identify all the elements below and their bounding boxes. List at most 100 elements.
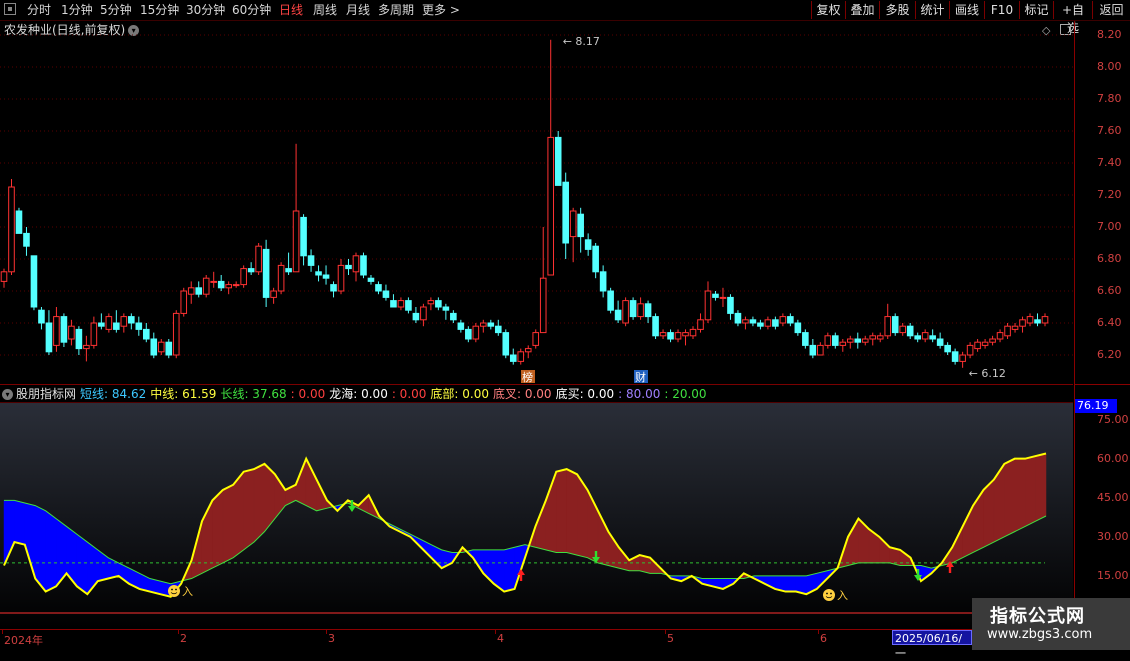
toolbar-button-2[interactable]: 多股 xyxy=(879,1,915,19)
candle-body xyxy=(839,341,847,346)
candle-body xyxy=(75,328,83,350)
toolbar-button-3[interactable]: 统计 xyxy=(915,1,949,19)
toolbar-button-8[interactable]: 返回 xyxy=(1092,1,1130,19)
candle xyxy=(412,307,420,323)
candle-body xyxy=(861,338,869,343)
period-tab-6[interactable]: 日线 xyxy=(279,2,303,18)
candle-body xyxy=(1004,325,1011,337)
candle xyxy=(165,339,173,359)
price-tick-1: 8.00 xyxy=(1097,60,1122,73)
indicator-fill xyxy=(35,505,46,593)
period-tab-1[interactable]: 1分钟 xyxy=(61,2,93,18)
candle-body xyxy=(195,287,203,295)
toolbar-button-4[interactable]: 画线 xyxy=(949,1,984,19)
candle xyxy=(569,207,577,263)
toolbar-button-6[interactable]: 标记 xyxy=(1019,1,1053,19)
candle-body xyxy=(929,335,936,340)
candle xyxy=(674,329,682,343)
menu-icon[interactable] xyxy=(4,3,16,15)
candle xyxy=(352,252,360,282)
candle-body xyxy=(472,325,480,340)
candle xyxy=(330,281,337,298)
candle-body xyxy=(15,210,23,234)
candle xyxy=(809,339,817,359)
candle-body xyxy=(30,255,38,308)
candle-body xyxy=(554,136,562,186)
candle-body xyxy=(757,322,764,327)
toolbar-button-5[interactable]: F10 xyxy=(984,1,1019,19)
price-tick-2: 7.80 xyxy=(1097,92,1122,105)
price-chart[interactable]: ← 8.17 ← 6.12 榜 财 xyxy=(0,21,1073,385)
date-label-0: 2024年 xyxy=(4,634,43,647)
period-tab-9[interactable]: 多周期 xyxy=(378,2,414,18)
candle xyxy=(98,313,105,330)
pane-divider[interactable] xyxy=(0,384,1073,385)
candle-body xyxy=(240,268,247,286)
price-tick-9: 6.40 xyxy=(1097,316,1122,329)
indicator-chart[interactable]: 入入 xyxy=(0,403,1073,629)
candle xyxy=(1004,323,1011,339)
candle xyxy=(577,207,584,253)
candle-body xyxy=(142,328,150,340)
candle-body xyxy=(1011,325,1019,330)
candle-body xyxy=(135,322,143,330)
price-tick-10: 6.20 xyxy=(1097,348,1122,361)
candle-body xyxy=(727,296,734,314)
high-price-marker: ← 8.17 xyxy=(563,35,600,48)
toolbar-button-1[interactable]: 叠加 xyxy=(845,1,879,19)
candle-body xyxy=(974,341,981,350)
period-tab-8[interactable]: 月线 xyxy=(346,2,370,18)
period-tab-3[interactable]: 15分钟 xyxy=(140,2,179,18)
candle-body xyxy=(802,332,809,346)
candle-body xyxy=(951,351,959,362)
candle xyxy=(217,275,225,291)
period-tab-7[interactable]: 周线 xyxy=(313,2,337,18)
candle-body xyxy=(884,316,892,337)
period-tab-5[interactable]: 60分钟 xyxy=(232,2,271,18)
candle-body xyxy=(277,264,285,292)
candle-body xyxy=(172,312,180,356)
candle xyxy=(861,335,869,346)
period-tab-2[interactable]: 5分钟 xyxy=(100,2,132,18)
candle xyxy=(832,332,839,349)
candle xyxy=(1026,313,1034,327)
indicator-fill xyxy=(1004,458,1015,538)
candle xyxy=(824,332,832,349)
candle-body xyxy=(345,264,352,270)
date-tick xyxy=(2,629,3,634)
candle xyxy=(494,319,502,336)
candle-body xyxy=(367,277,375,282)
price-tick-6: 7.00 xyxy=(1097,220,1122,233)
candle-body xyxy=(337,264,345,292)
candle xyxy=(337,259,345,295)
candle-body xyxy=(509,354,517,362)
date-tick xyxy=(495,629,496,634)
candle xyxy=(315,265,322,282)
candle xyxy=(891,313,899,336)
candle-body xyxy=(577,213,584,238)
period-tab-4[interactable]: 30分钟 xyxy=(186,2,225,18)
candle-body xyxy=(682,332,689,337)
candle-body xyxy=(60,316,68,343)
candle-body xyxy=(68,325,75,340)
indicator-fill xyxy=(785,575,797,592)
indicator-item-4: 龙海: 0.00 xyxy=(329,387,388,401)
candle xyxy=(959,351,966,368)
candle xyxy=(689,326,697,339)
indicator-item-3: : 0.00 xyxy=(290,387,326,401)
toolbar-button-7[interactable]: +自选 xyxy=(1053,1,1092,35)
indicator-header: ▾ 股朋指标网 短线: 84.62 中线: 61.59 长线: 37.68: 0.00 龙… xyxy=(2,386,711,402)
toolbar-button-0[interactable]: 复权 xyxy=(811,1,845,19)
indicator-fill xyxy=(503,546,515,592)
candle xyxy=(120,313,128,333)
candle-body xyxy=(105,316,113,330)
chevron-down-icon[interactable]: ▾ xyxy=(2,389,13,400)
period-tab-10[interactable]: 更多 > xyxy=(422,2,460,18)
candle-body xyxy=(0,271,8,282)
indicator-item-8: 底买: 0.00 xyxy=(555,387,615,401)
candle xyxy=(105,313,113,333)
period-tab-0[interactable]: 分时 xyxy=(27,2,51,18)
candle-body xyxy=(914,335,921,340)
indicator-item-2: 长线: 37.68 xyxy=(220,387,287,401)
candle-body xyxy=(981,341,989,346)
